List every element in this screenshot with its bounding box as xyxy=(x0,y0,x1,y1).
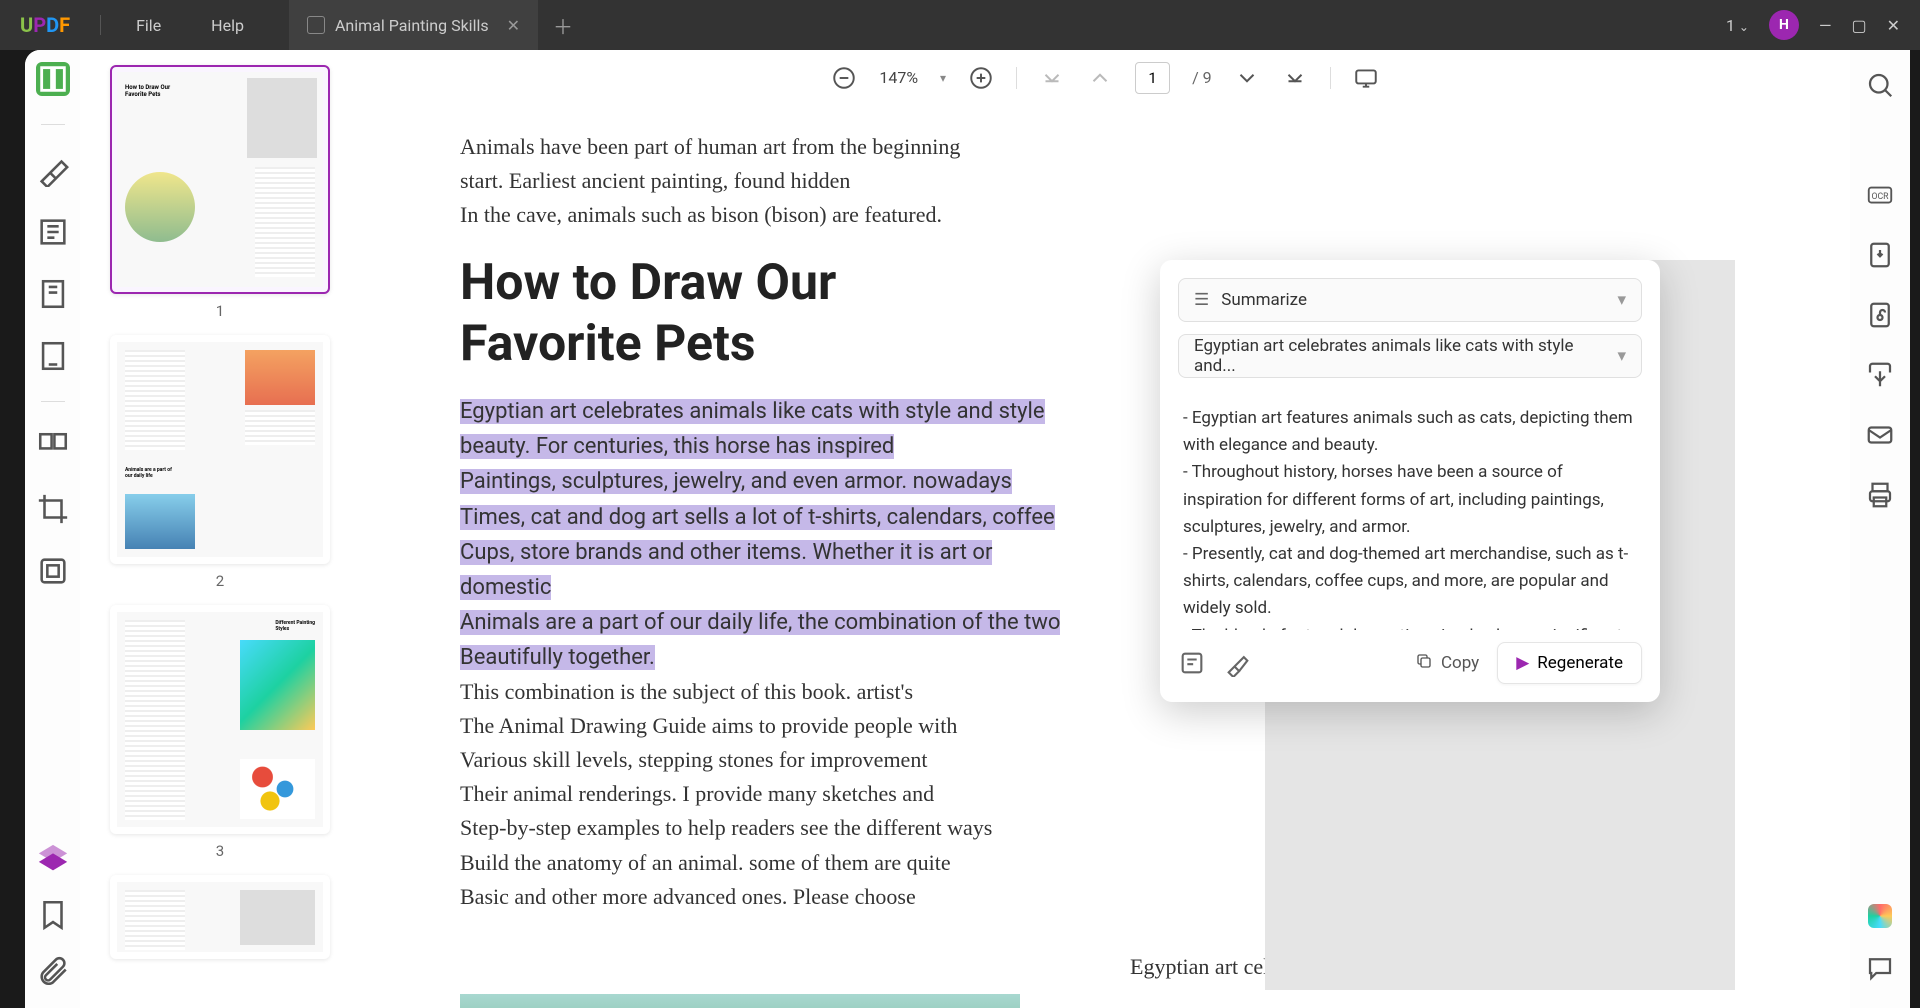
thumbnail-3-label: 3 xyxy=(110,842,330,860)
zoom-out-button[interactable] xyxy=(831,65,857,91)
document-toolbar: 147% ▾ / 9 xyxy=(360,50,1850,105)
tab-doc-icon xyxy=(307,16,325,34)
svg-text:OCR: OCR xyxy=(1871,192,1889,202)
doc-heading: How to Draw OurFavorite Pets xyxy=(460,252,1080,374)
email-icon[interactable] xyxy=(1865,420,1895,450)
ai-mode-select[interactable]: ☰ Summarize ▾ xyxy=(1178,278,1642,322)
ai-copy-button[interactable]: Copy xyxy=(1415,652,1479,675)
thumbnails-tool-icon[interactable] xyxy=(36,62,70,96)
attachment-icon[interactable] xyxy=(36,954,70,988)
organize-tool-icon[interactable] xyxy=(36,430,70,464)
zoom-dropdown-icon[interactable]: ▾ xyxy=(940,71,946,85)
page-input[interactable] xyxy=(1135,62,1170,94)
doc-body-7: Basic and other more advanced ones. Plea… xyxy=(460,880,1080,914)
new-tab-button[interactable]: ＋ xyxy=(553,11,573,40)
play-icon: ▶ xyxy=(1516,653,1529,673)
layers-icon[interactable] xyxy=(36,842,70,876)
next-page-button[interactable] xyxy=(1234,65,1260,91)
last-page-button[interactable] xyxy=(1282,65,1308,91)
menu-help[interactable]: Help xyxy=(186,16,269,35)
doc-hl-4: Times, cat and dog art sells a lot of t-… xyxy=(460,505,1055,530)
ai-summary-content: - Egyptian art features animals such as … xyxy=(1178,390,1642,630)
menu-file[interactable]: File xyxy=(111,16,186,35)
ai-summary-preview-select[interactable]: Egyptian art celebrates animals like cat… xyxy=(1178,334,1642,378)
search-icon[interactable] xyxy=(1865,70,1895,100)
left-toolbar xyxy=(25,50,80,1008)
edit-text-tool-icon[interactable] xyxy=(36,215,70,249)
crop-tool-icon[interactable] xyxy=(36,492,70,526)
ai-note-icon[interactable] xyxy=(1178,649,1206,677)
thumbnail-1-label: 1 xyxy=(110,302,330,320)
document-tab[interactable]: Animal Painting Skills ✕ xyxy=(289,0,538,50)
doc-body-5: Step-by-step examples to help readers se… xyxy=(460,811,1080,845)
thumbnail-page-4[interactable] xyxy=(110,875,330,959)
presentation-button[interactable] xyxy=(1353,65,1379,91)
chevron-down-icon[interactable]: ⌄ xyxy=(1739,20,1749,34)
thumbnail-page-1[interactable]: How to Draw OurFavorite Pets xyxy=(110,65,330,294)
thumbnail-page-2[interactable]: Animals are a part ofour daily life xyxy=(110,335,330,564)
print-icon[interactable] xyxy=(1865,480,1895,510)
doc-hl-3: Paintings, sculptures, jewelry, and even… xyxy=(460,469,1012,494)
ai-highlight-icon[interactable] xyxy=(1224,649,1252,677)
first-page-button[interactable] xyxy=(1039,65,1065,91)
ai-summarize-popup: ☰ Summarize ▾ Egyptian art celebrates an… xyxy=(1160,260,1660,702)
tab-count-label: 1 ⌄ xyxy=(1726,16,1749,35)
doc-intro-3: In the cave, animals such as bison (biso… xyxy=(460,198,1080,232)
ai-regenerate-button[interactable]: ▶ Regenerate xyxy=(1497,642,1642,684)
protect-icon[interactable] xyxy=(1865,300,1895,330)
highlighter-tool-icon[interactable] xyxy=(36,153,70,187)
thumbnail-2-label: 2 xyxy=(110,572,330,590)
bookmark-icon[interactable] xyxy=(36,898,70,932)
watermark-tool-icon[interactable] xyxy=(36,554,70,588)
doc-body-4: Their animal renderings. I provide many … xyxy=(460,777,1080,811)
doc-body-2: The Animal Drawing Guide aims to provide… xyxy=(460,709,1080,743)
close-button[interactable]: ✕ xyxy=(1887,16,1900,35)
user-avatar[interactable]: H xyxy=(1769,10,1799,40)
tab-close-icon[interactable]: ✕ xyxy=(507,16,520,35)
chevron-down-icon: ▾ xyxy=(1617,346,1626,366)
doc-hl-2: beauty. For centuries, this horse has in… xyxy=(460,434,894,459)
page-tool-icon[interactable] xyxy=(36,277,70,311)
doc-hl-6: Animals are a part of our daily life, th… xyxy=(460,610,1060,635)
page-total-label: / 9 xyxy=(1192,68,1212,87)
doc-intro-1: Animals have been part of human art from… xyxy=(460,130,1080,164)
maximize-button[interactable]: ▢ xyxy=(1851,16,1866,35)
thumbnail-panel: How to Draw OurFavorite Pets 1 Animals a… xyxy=(80,50,360,1008)
thumbnail-page-3[interactable]: Different PaintingStyles xyxy=(110,605,330,834)
titlebar: UPDF File Help Animal Painting Skills ✕ … xyxy=(0,0,1920,50)
export-icon[interactable] xyxy=(1865,240,1895,270)
doc-body-3: Various skill levels, stepping stones fo… xyxy=(460,743,1080,777)
app-logo: UPDF xyxy=(0,13,90,37)
share-icon[interactable] xyxy=(1865,360,1895,390)
zoom-in-button[interactable] xyxy=(968,65,994,91)
doc-hl-7: Beautifully together. xyxy=(460,645,655,670)
comment-icon[interactable] xyxy=(1865,953,1895,983)
doc-hl-5: Cups, store brands and other items. Whet… xyxy=(460,540,992,600)
copy-icon xyxy=(1415,652,1433,675)
minimize-button[interactable]: — xyxy=(1819,16,1832,35)
doc-tree-image xyxy=(460,994,1020,1008)
ai-assistant-icon[interactable] xyxy=(1868,904,1892,928)
zoom-value: 147% xyxy=(879,68,918,87)
right-toolbar: OCR xyxy=(1850,50,1910,1008)
main-area: How to Draw OurFavorite Pets 1 Animals a… xyxy=(25,50,1910,1008)
doc-body-1: This combination is the subject of this … xyxy=(460,675,1080,709)
chevron-down-icon: ▾ xyxy=(1617,290,1626,310)
doc-intro-2: start. Earliest ancient painting, found … xyxy=(460,164,1080,198)
list-icon: ☰ xyxy=(1194,290,1209,310)
prev-page-button[interactable] xyxy=(1087,65,1113,91)
form-tool-icon[interactable] xyxy=(36,339,70,373)
document-area: 147% ▾ / 9 Animals have been part of hum… xyxy=(360,50,1850,1008)
tab-title: Animal Painting Skills xyxy=(335,16,489,35)
doc-hl-1: Egyptian art celebrates animals like cat… xyxy=(460,399,1045,424)
ocr-icon[interactable]: OCR xyxy=(1865,180,1895,210)
doc-body-6: Build the anatomy of an animal. some of … xyxy=(460,846,1080,880)
